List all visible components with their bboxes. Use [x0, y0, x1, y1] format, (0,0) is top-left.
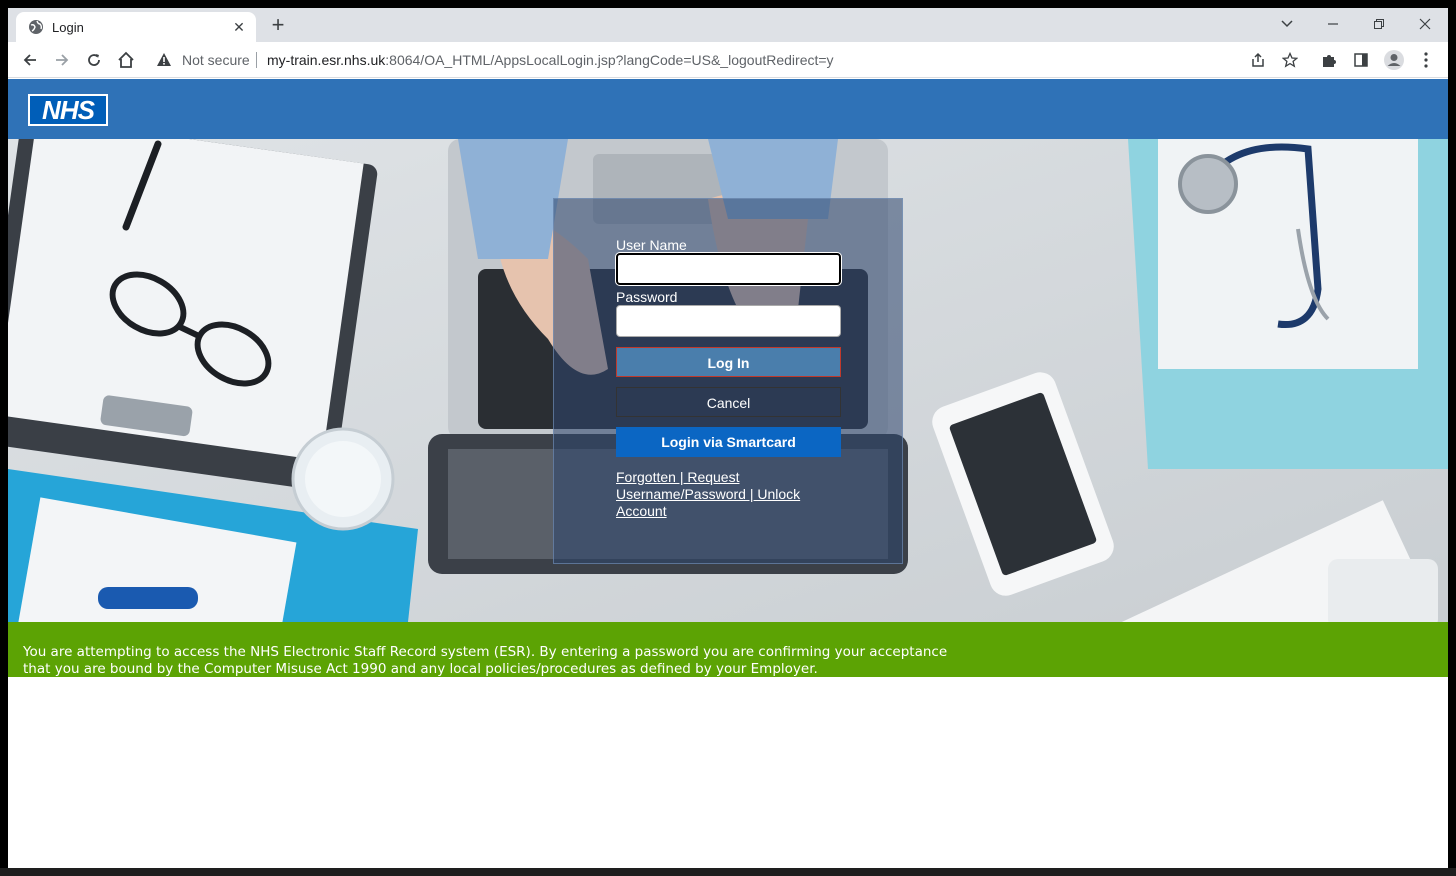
tab-strip: Login ✕ +	[8, 8, 1448, 42]
password-field[interactable]	[616, 305, 841, 337]
legal-notice-text: You are attempting to access the NHS Ele…	[23, 644, 948, 677]
browser-menu-button[interactable]	[1412, 46, 1440, 74]
cancel-button[interactable]: Cancel	[616, 387, 841, 417]
share-button[interactable]	[1244, 46, 1272, 74]
home-icon	[118, 51, 134, 68]
smartcard-login-button[interactable]: Login via Smartcard	[616, 427, 841, 457]
new-tab-button[interactable]: +	[266, 14, 290, 38]
globe-icon	[29, 20, 43, 34]
back-button[interactable]	[16, 46, 44, 74]
nhs-logo-text: NHS	[30, 96, 106, 124]
browser-toolbar: Not secure my-train.esr.nhs.uk:8064/OA_H…	[8, 42, 1448, 78]
password-label: Password	[616, 289, 678, 305]
reload-button[interactable]	[80, 46, 108, 74]
puzzle-icon	[1323, 55, 1336, 67]
forgotten-request-unlock-link[interactable]: Forgotten | Request Username/Password | …	[616, 469, 800, 519]
side-panel-button[interactable]	[1347, 46, 1375, 74]
os-taskbar	[0, 868, 1456, 876]
star-icon	[1282, 52, 1298, 68]
username-label: User Name	[616, 237, 687, 253]
url-path: :8064/OA_HTML/AppsLocalLogin.jsp?langCod…	[385, 52, 834, 68]
arrow-right-icon	[56, 54, 69, 66]
legal-notice-banner: You are attempting to access the NHS Ele…	[8, 622, 1448, 677]
profile-icon	[1384, 50, 1404, 70]
close-window-button[interactable]	[1407, 12, 1443, 38]
username-field[interactable]	[616, 253, 841, 285]
extensions-button[interactable]	[1315, 46, 1343, 74]
warning-triangle-icon[interactable]	[156, 52, 172, 68]
url-text[interactable]: my-train.esr.nhs.uk:8064/OA_HTML/AppsLoc…	[267, 52, 834, 68]
url-host: my-train.esr.nhs.uk	[267, 52, 386, 68]
kebab-menu-icon	[1424, 52, 1428, 68]
tab-search-chevron-icon[interactable]	[1269, 12, 1305, 38]
nhs-logo: NHS	[28, 94, 108, 126]
restore-button[interactable]	[1361, 12, 1397, 38]
minimize-button[interactable]	[1315, 12, 1351, 38]
tab-close-icon[interactable]: ✕	[230, 18, 248, 36]
page-content: NHS User Name Password Log In Cancel Log…	[8, 79, 1448, 868]
account-links: Forgotten | Request Username/Password | …	[616, 469, 816, 520]
reload-icon	[88, 54, 100, 66]
bookmark-button[interactable]	[1276, 46, 1304, 74]
address-bar[interactable]: Not secure my-train.esr.nhs.uk:8064/OA_H…	[148, 46, 1378, 74]
login-panel: User Name Password Log In Cancel Login v…	[553, 198, 903, 564]
security-status[interactable]: Not secure	[182, 52, 250, 68]
omnibox-divider	[256, 52, 257, 68]
browser-window: Login ✕ + Not secure my-train.esr.nhs.uk…	[8, 8, 1448, 868]
hero-background-image: User Name Password Log In Cancel Login v…	[8, 139, 1448, 622]
nhs-header: NHS	[8, 79, 1448, 139]
forward-button[interactable]	[48, 46, 76, 74]
home-button[interactable]	[112, 46, 140, 74]
side-panel-icon	[1354, 53, 1368, 67]
login-button[interactable]: Log In	[616, 347, 841, 377]
arrow-left-icon	[23, 54, 36, 66]
browser-tab[interactable]: Login ✕	[16, 12, 256, 42]
profile-button[interactable]	[1380, 46, 1408, 74]
share-icon	[1252, 52, 1264, 67]
tab-title: Login	[52, 20, 84, 35]
